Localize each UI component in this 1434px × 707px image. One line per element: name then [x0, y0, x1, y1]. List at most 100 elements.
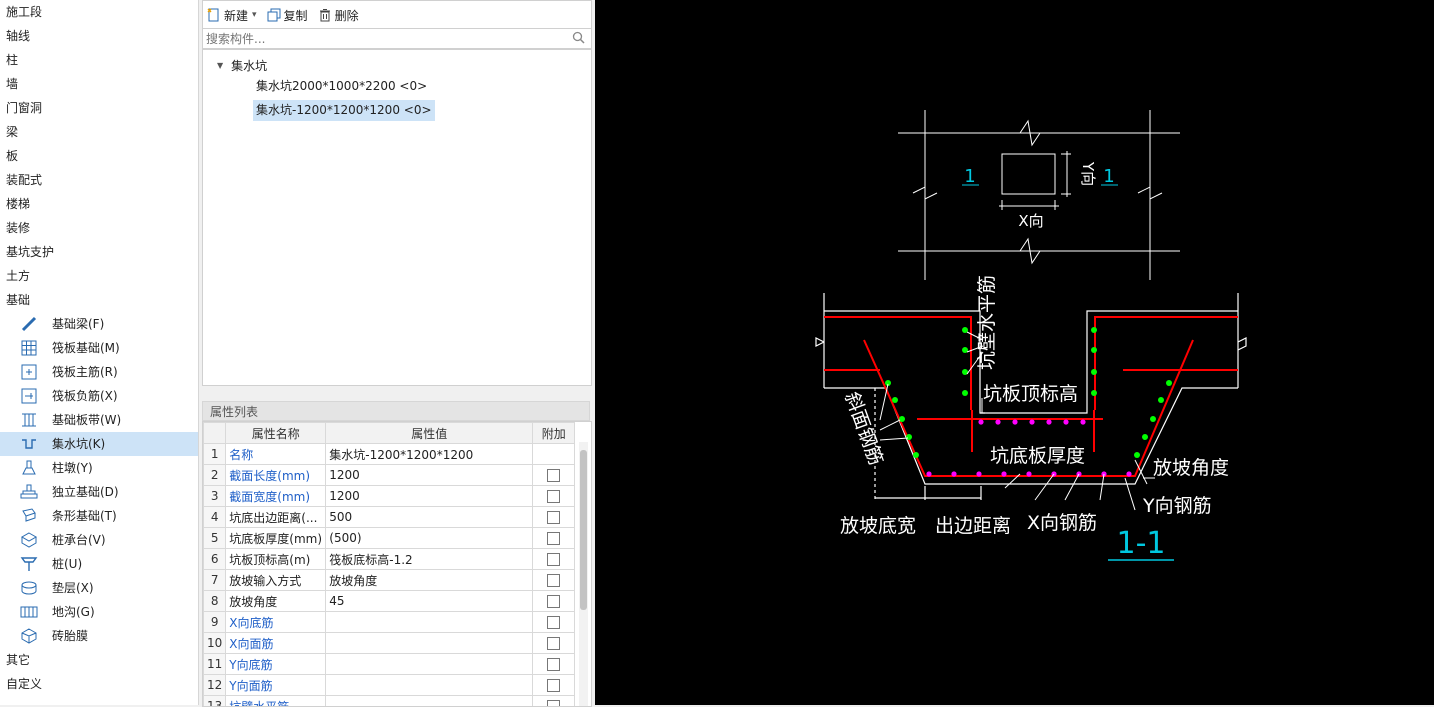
brick-mold-icon: [20, 627, 38, 645]
nav-item[interactable]: 施工段: [0, 0, 198, 24]
scrollbar-thumb[interactable]: [580, 450, 587, 610]
nav-sub-item[interactable]: 地沟(G): [0, 600, 198, 624]
property-value[interactable]: 集水坑-1200*1200*1200: [326, 444, 533, 465]
nav-item[interactable]: 其它: [0, 648, 198, 672]
nav-sub-item[interactable]: 条形基础(T): [0, 504, 198, 528]
property-row[interactable]: 6坑板顶标高(m)筏板底标高-1.2: [204, 549, 575, 570]
drawing-canvas[interactable]: 1 1 X向 Y向: [595, 0, 1434, 705]
nav-item[interactable]: 装配式: [0, 168, 198, 192]
append-checkbox[interactable]: [547, 595, 560, 608]
nav-sub-item-label: 集水坑(K): [52, 432, 105, 456]
copy-label: 复制: [284, 7, 308, 24]
property-row[interactable]: 8放坡角度45: [204, 591, 575, 612]
x-direction-label: X向: [1018, 212, 1043, 230]
search-input[interactable]: [203, 29, 563, 48]
append-checkbox[interactable]: [547, 469, 560, 482]
nav-item[interactable]: 装修: [0, 216, 198, 240]
section-title-label: 1-1: [1117, 526, 1166, 561]
append-checkbox[interactable]: [547, 574, 560, 587]
nav-sub-item[interactable]: 筏板主筋(R): [0, 360, 198, 384]
property-row[interactable]: 1名称集水坑-1200*1200*1200: [204, 444, 575, 465]
tree-item-sump-pit-1[interactable]: 集水坑2000*1000*2200 <0>: [253, 76, 430, 97]
property-row[interactable]: 9X向底筋: [204, 612, 575, 633]
nav-sub-item[interactable]: 柱墩(Y): [0, 456, 198, 480]
nav-item[interactable]: 楼梯: [0, 192, 198, 216]
properties-table-container: 属性名称 属性值 附加 1名称集水坑-1200*1200*12002截面长度(m…: [202, 421, 592, 707]
append-checkbox[interactable]: [547, 658, 560, 671]
property-name: Y向面筋: [226, 675, 326, 696]
nav-item[interactable]: 自定义: [0, 672, 198, 696]
append-checkbox[interactable]: [547, 553, 560, 566]
slope-angle-label: 放坡角度: [1153, 457, 1229, 479]
append-checkbox[interactable]: [547, 700, 560, 707]
nav-sub-item[interactable]: 基础板带(W): [0, 408, 198, 432]
nav-sub-item[interactable]: 垫层(X): [0, 576, 198, 600]
property-value[interactable]: [326, 633, 533, 654]
property-name: X向底筋: [226, 612, 326, 633]
property-value[interactable]: 1200: [326, 486, 533, 507]
nav-item[interactable]: 梁: [0, 120, 198, 144]
property-row[interactable]: 7放坡输入方式放坡角度: [204, 570, 575, 591]
new-button[interactable]: 新建 ▾: [207, 7, 257, 24]
nav-item[interactable]: 轴线: [0, 24, 198, 48]
property-value[interactable]: 放坡角度: [326, 570, 533, 591]
property-value[interactable]: [326, 696, 533, 707]
property-value[interactable]: [326, 612, 533, 633]
property-row[interactable]: 3截面宽度(mm)1200: [204, 486, 575, 507]
collapse-triangle-icon[interactable]: ▼: [217, 61, 223, 70]
nav-item[interactable]: 土方: [0, 264, 198, 288]
pile-cap-icon: [20, 531, 38, 549]
nav-sub-item[interactable]: 桩(U): [0, 552, 198, 576]
copy-button[interactable]: 复制: [267, 7, 308, 24]
nav-item[interactable]: 基础: [0, 288, 198, 312]
tree-item-sump-pit-2[interactable]: 集水坑-1200*1200*1200 <0>: [253, 100, 435, 121]
property-row[interactable]: 12Y向面筋: [204, 675, 575, 696]
header-property-name: 属性名称: [226, 423, 326, 444]
append-checkbox[interactable]: [547, 616, 560, 629]
property-name: 放坡输入方式: [226, 570, 326, 591]
append-checkbox[interactable]: [547, 679, 560, 692]
property-row[interactable]: 5坑底板厚度(mm)(500): [204, 528, 575, 549]
append-checkbox[interactable]: [547, 490, 560, 503]
nav-item[interactable]: 基坑支护: [0, 240, 198, 264]
property-value[interactable]: 500: [326, 507, 533, 528]
property-value[interactable]: 1200: [326, 465, 533, 486]
property-row[interactable]: 13坑壁水平筋: [204, 696, 575, 707]
row-number: 10: [204, 633, 226, 654]
nav-sub-item[interactable]: 基础梁(F): [0, 312, 198, 336]
component-toolbar: 新建 ▾ 复制 删除: [202, 0, 592, 30]
nav-sub-item[interactable]: 集水坑(K): [0, 432, 198, 456]
nav-sub-item[interactable]: 筏板基础(M): [0, 336, 198, 360]
property-row[interactable]: 10X向面筋: [204, 633, 575, 654]
tree-root-sump-pit[interactable]: ▼ 集水坑: [217, 55, 267, 75]
nav-item[interactable]: 柱: [0, 48, 198, 72]
property-value[interactable]: (500): [326, 528, 533, 549]
nav-sub-item[interactable]: 桩承台(V): [0, 528, 198, 552]
delete-label: 删除: [335, 7, 359, 24]
nav-item[interactable]: 墙: [0, 72, 198, 96]
nav-sub-item[interactable]: 砖胎膜: [0, 624, 198, 648]
row-number: 1: [204, 444, 226, 465]
append-checkbox[interactable]: [547, 637, 560, 650]
nav-sub-item[interactable]: 筏板负筋(X): [0, 384, 198, 408]
strip-footing-icon: [20, 507, 38, 525]
property-value[interactable]: [326, 654, 533, 675]
property-row[interactable]: 2截面长度(mm)1200: [204, 465, 575, 486]
properties-scrollbar[interactable]: [579, 442, 588, 706]
property-name: Y向底筋: [226, 654, 326, 675]
append-checkbox[interactable]: [547, 532, 560, 545]
property-row[interactable]: 4坑底出边距离(...500: [204, 507, 575, 528]
row-number: 4: [204, 507, 226, 528]
plan-section-label-right: 1: [1103, 166, 1114, 187]
property-value[interactable]: 筏板底标高-1.2: [326, 549, 533, 570]
property-row[interactable]: 11Y向底筋: [204, 654, 575, 675]
nav-item[interactable]: 板: [0, 144, 198, 168]
nav-item[interactable]: 门窗洞: [0, 96, 198, 120]
property-value[interactable]: 45: [326, 591, 533, 612]
property-value[interactable]: [326, 675, 533, 696]
nav-sub-item[interactable]: 独立基础(D): [0, 480, 198, 504]
append-checkbox[interactable]: [547, 511, 560, 524]
chevron-down-icon[interactable]: ▾: [252, 10, 257, 20]
search-icon[interactable]: [572, 31, 585, 44]
delete-button[interactable]: 删除: [318, 7, 359, 24]
